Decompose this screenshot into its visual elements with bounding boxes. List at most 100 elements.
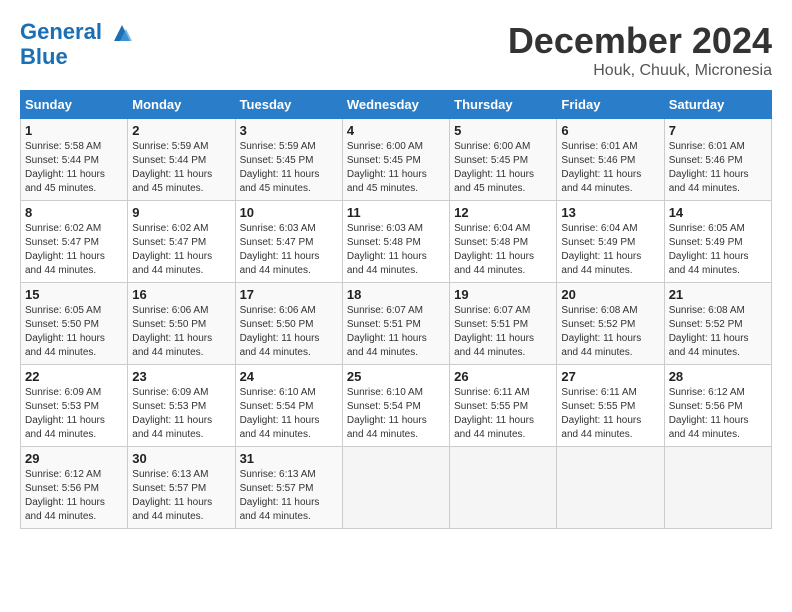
day-number: 29: [25, 451, 123, 466]
logo-text: General: [20, 20, 134, 45]
day-info: Sunrise: 6:12 AM Sunset: 5:56 PM Dayligh…: [669, 386, 767, 442]
calendar-week-1: 1Sunrise: 5:58 AM Sunset: 5:44 PM Daylig…: [21, 119, 772, 201]
day-info: Sunrise: 6:11 AM Sunset: 5:55 PM Dayligh…: [454, 386, 552, 442]
calendar-cell: 1Sunrise: 5:58 AM Sunset: 5:44 PM Daylig…: [21, 119, 128, 201]
day-info: Sunrise: 5:59 AM Sunset: 5:44 PM Dayligh…: [132, 140, 230, 196]
day-number: 5: [454, 123, 552, 138]
day-number: 14: [669, 205, 767, 220]
logo-blue: Blue: [20, 45, 134, 69]
day-number: 13: [561, 205, 659, 220]
day-number: 22: [25, 369, 123, 384]
day-number: 23: [132, 369, 230, 384]
day-number: 15: [25, 287, 123, 302]
calendar-cell: 22 Sunrise: 6:09 AM Sunset: 5:53 PM Dayli…: [21, 365, 128, 447]
day-number: 24: [240, 369, 338, 384]
day-number: 3: [240, 123, 338, 138]
day-number: 9: [132, 205, 230, 220]
column-header-thursday: Thursday: [450, 91, 557, 119]
day-number: 11: [347, 205, 445, 220]
day-info: Sunrise: 6:03 AM Sunset: 5:48 PM Dayligh…: [347, 222, 445, 278]
title-block: December 2024 Houk, Chuuk, Micronesia: [508, 20, 772, 80]
calendar-cell: 25Sunrise: 6:10 AM Sunset: 5:54 PM Dayli…: [342, 365, 449, 447]
calendar-cell: 27 Sunrise: 6:11 AM Sunset: 5:55 PM Dayli…: [557, 365, 664, 447]
day-info: Sunrise: 6:06 AM Sunset: 5:50 PM Dayligh…: [132, 304, 230, 360]
calendar-cell: 23 Sunrise: 6:09 AM Sunset: 5:53 PM Dayli…: [128, 365, 235, 447]
day-info: Sunrise: 6:12 AM Sunset: 5:56 PM Dayligh…: [25, 468, 123, 524]
day-info: Sunrise: 5:59 AM Sunset: 5:45 PM Dayligh…: [240, 140, 338, 196]
day-info: Sunrise: 6:09 AM Sunset: 5:53 PM Dayligh…: [132, 386, 230, 442]
calendar-body: 1Sunrise: 5:58 AM Sunset: 5:44 PM Daylig…: [21, 119, 772, 529]
day-info: Sunrise: 5:58 AM Sunset: 5:44 PM Dayligh…: [25, 140, 123, 196]
day-info: Sunrise: 6:11 AM Sunset: 5:55 PM Dayligh…: [561, 386, 659, 442]
day-number: 17: [240, 287, 338, 302]
calendar-cell: 2Sunrise: 5:59 AM Sunset: 5:44 PM Daylig…: [128, 119, 235, 201]
calendar-cell: 3 Sunrise: 5:59 AM Sunset: 5:45 PM Daylig…: [235, 119, 342, 201]
calendar-table: SundayMondayTuesdayWednesdayThursdayFrid…: [20, 90, 772, 529]
page-header: General Blue December 2024 Houk, Chuuk, …: [20, 20, 772, 80]
calendar-cell: [664, 447, 771, 529]
calendar-cell: 17 Sunrise: 6:06 AM Sunset: 5:50 PM Dayli…: [235, 283, 342, 365]
day-number: 28: [669, 369, 767, 384]
day-number: 16: [132, 287, 230, 302]
calendar-cell: 16 Sunrise: 6:06 AM Sunset: 5:50 PM Dayli…: [128, 283, 235, 365]
day-info: Sunrise: 6:06 AM Sunset: 5:50 PM Dayligh…: [240, 304, 338, 360]
day-number: 26: [454, 369, 552, 384]
day-info: Sunrise: 6:02 AM Sunset: 5:47 PM Dayligh…: [132, 222, 230, 278]
calendar-cell: 18Sunrise: 6:07 AM Sunset: 5:51 PM Dayli…: [342, 283, 449, 365]
day-info: Sunrise: 6:08 AM Sunset: 5:52 PM Dayligh…: [669, 304, 767, 360]
calendar-cell: 10Sunrise: 6:03 AM Sunset: 5:47 PM Dayli…: [235, 201, 342, 283]
day-number: 27: [561, 369, 659, 384]
calendar-cell: 24 Sunrise: 6:10 AM Sunset: 5:54 PM Dayli…: [235, 365, 342, 447]
calendar-cell: 20Sunrise: 6:08 AM Sunset: 5:52 PM Dayli…: [557, 283, 664, 365]
day-info: Sunrise: 6:00 AM Sunset: 5:45 PM Dayligh…: [347, 140, 445, 196]
column-header-sunday: Sunday: [21, 91, 128, 119]
calendar-cell: 26 Sunrise: 6:11 AM Sunset: 5:55 PM Dayli…: [450, 365, 557, 447]
calendar-week-4: 22 Sunrise: 6:09 AM Sunset: 5:53 PM Dayli…: [21, 365, 772, 447]
day-info: Sunrise: 6:13 AM Sunset: 5:57 PM Dayligh…: [240, 468, 338, 524]
calendar-cell: 19 Sunrise: 6:07 AM Sunset: 5:51 PM Dayli…: [450, 283, 557, 365]
day-number: 30: [132, 451, 230, 466]
calendar-week-3: 15 Sunrise: 6:05 AM Sunset: 5:50 PM Dayli…: [21, 283, 772, 365]
calendar-cell: [342, 447, 449, 529]
day-info: Sunrise: 6:09 AM Sunset: 5:53 PM Dayligh…: [25, 386, 123, 442]
header-row: SundayMondayTuesdayWednesdayThursdayFrid…: [21, 91, 772, 119]
day-info: Sunrise: 6:04 AM Sunset: 5:48 PM Dayligh…: [454, 222, 552, 278]
day-info: Sunrise: 6:07 AM Sunset: 5:51 PM Dayligh…: [454, 304, 552, 360]
day-info: Sunrise: 6:13 AM Sunset: 5:57 PM Dayligh…: [132, 468, 230, 524]
day-info: Sunrise: 6:02 AM Sunset: 5:47 PM Dayligh…: [25, 222, 123, 278]
column-header-friday: Friday: [557, 91, 664, 119]
logo: General Blue: [20, 20, 134, 69]
day-number: 8: [25, 205, 123, 220]
calendar-cell: 13 Sunrise: 6:04 AM Sunset: 5:49 PM Dayli…: [557, 201, 664, 283]
calendar-cell: 30 Sunrise: 6:13 AM Sunset: 5:57 PM Dayli…: [128, 447, 235, 529]
day-number: 7: [669, 123, 767, 138]
calendar-header: SundayMondayTuesdayWednesdayThursdayFrid…: [21, 91, 772, 119]
day-number: 19: [454, 287, 552, 302]
calendar-cell: 6 Sunrise: 6:01 AM Sunset: 5:46 PM Daylig…: [557, 119, 664, 201]
day-number: 20: [561, 287, 659, 302]
calendar-cell: [557, 447, 664, 529]
calendar-week-2: 8 Sunrise: 6:02 AM Sunset: 5:47 PM Daylig…: [21, 201, 772, 283]
calendar-cell: 4 Sunrise: 6:00 AM Sunset: 5:45 PM Daylig…: [342, 119, 449, 201]
day-info: Sunrise: 6:05 AM Sunset: 5:50 PM Dayligh…: [25, 304, 123, 360]
calendar-cell: 29 Sunrise: 6:12 AM Sunset: 5:56 PM Dayli…: [21, 447, 128, 529]
calendar-week-5: 29 Sunrise: 6:12 AM Sunset: 5:56 PM Dayli…: [21, 447, 772, 529]
day-info: Sunrise: 6:05 AM Sunset: 5:49 PM Dayligh…: [669, 222, 767, 278]
day-number: 31: [240, 451, 338, 466]
day-info: Sunrise: 6:01 AM Sunset: 5:46 PM Dayligh…: [561, 140, 659, 196]
calendar-cell: 28 Sunrise: 6:12 AM Sunset: 5:56 PM Dayli…: [664, 365, 771, 447]
calendar-cell: 9 Sunrise: 6:02 AM Sunset: 5:47 PM Daylig…: [128, 201, 235, 283]
day-number: 6: [561, 123, 659, 138]
calendar-cell: 5 Sunrise: 6:00 AM Sunset: 5:45 PM Daylig…: [450, 119, 557, 201]
day-info: Sunrise: 6:10 AM Sunset: 5:54 PM Dayligh…: [347, 386, 445, 442]
calendar-cell: 31 Sunrise: 6:13 AM Sunset: 5:57 PM Dayli…: [235, 447, 342, 529]
day-info: Sunrise: 6:10 AM Sunset: 5:54 PM Dayligh…: [240, 386, 338, 442]
day-info: Sunrise: 6:00 AM Sunset: 5:45 PM Dayligh…: [454, 140, 552, 196]
calendar-cell: 11 Sunrise: 6:03 AM Sunset: 5:48 PM Dayli…: [342, 201, 449, 283]
logo-icon: [110, 21, 134, 45]
column-header-wednesday: Wednesday: [342, 91, 449, 119]
day-info: Sunrise: 6:04 AM Sunset: 5:49 PM Dayligh…: [561, 222, 659, 278]
day-number: 4: [347, 123, 445, 138]
calendar-cell: 12Sunrise: 6:04 AM Sunset: 5:48 PM Dayli…: [450, 201, 557, 283]
day-number: 18: [347, 287, 445, 302]
